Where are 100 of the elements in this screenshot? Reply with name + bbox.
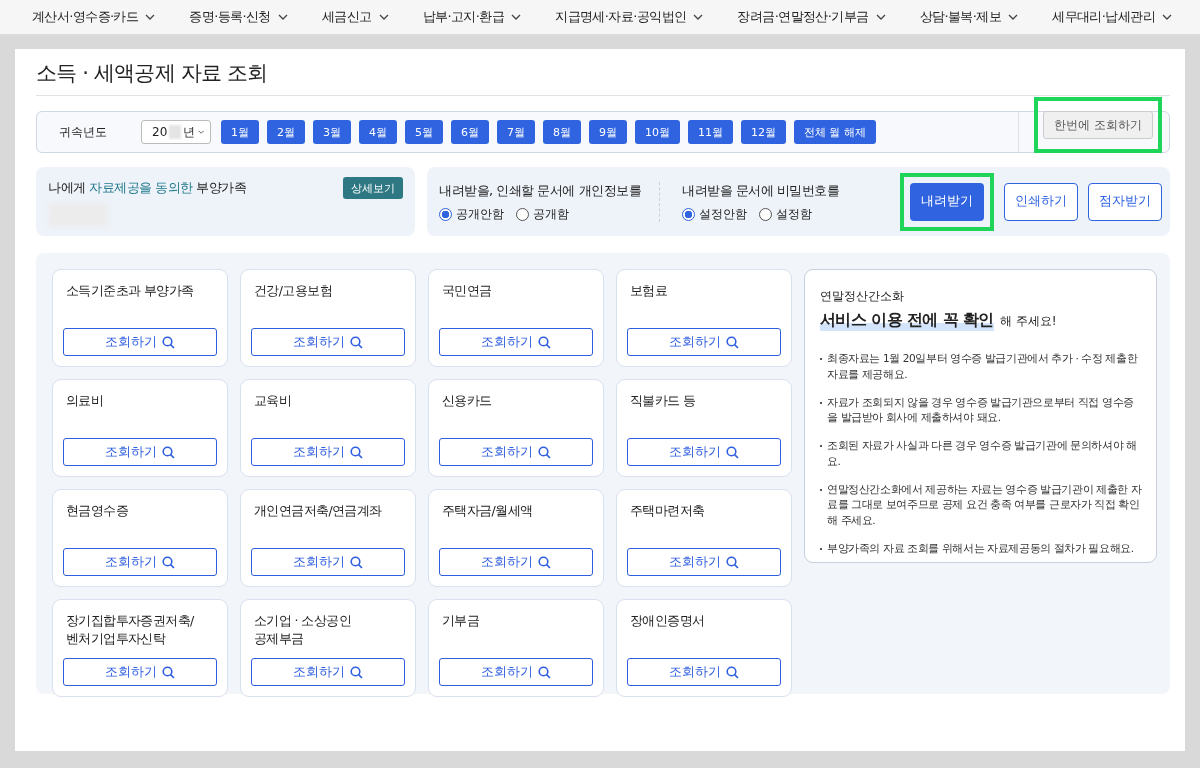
radio-button[interactable]: [759, 207, 773, 221]
category-title: 장애인증명서: [629, 612, 706, 630]
notice-item: 최종자료는 1월 20일부터 영수증 발급기관에서 추가 · 수정 제출한 자료를 제공해요.: [827, 351, 1139, 382]
filter-label: 귀속년도: [58, 123, 108, 141]
search-icon: [538, 665, 551, 679]
month-button[interactable]: 11월: [688, 120, 733, 144]
query-button[interactable]: 조회하기: [439, 548, 593, 576]
nav-menu-item[interactable]: 지급명세·자료·공익법인: [553, 8, 706, 26]
query-button[interactable]: 조회하기: [251, 438, 405, 466]
nav-menu-item[interactable]: 납부·고지·환급: [420, 8, 524, 26]
month-button[interactable]: 2월: [267, 120, 305, 144]
nav-menu-item[interactable]: 장려금·연말정산·기부금: [735, 8, 888, 26]
month-button[interactable]: 4월: [359, 120, 397, 144]
query-button[interactable]: 조회하기: [63, 438, 217, 466]
search-icon: [538, 445, 551, 459]
notice-headline: 서비스 이용 전에 꼭 확인: [820, 310, 994, 331]
chevron-down-icon: [145, 14, 156, 20]
query-button[interactable]: 조회하기: [251, 548, 405, 576]
category-title: 소득기준초과 부양가족: [65, 282, 195, 300]
action-button[interactable]: 내려받기: [910, 182, 984, 221]
query-button[interactable]: 조회하기: [627, 548, 781, 576]
search-icon: [162, 665, 175, 679]
search-icon: [162, 555, 175, 569]
nav-menu-item[interactable]: 세금신고: [319, 8, 391, 26]
nav-menu-item[interactable]: 세무대리·납세관리: [1050, 8, 1174, 26]
query-button[interactable]: 조회하기: [63, 658, 217, 686]
radio-option[interactable]: 설정함: [759, 206, 813, 222]
query-button[interactable]: 조회하기: [627, 438, 781, 466]
notice-item: 연말정산간소화에서 제공하는 자료는 영수증 발급기관이 제출한 자료를 그대로 보여주므로 공제 요건 충족 여부를 근로자가 직접 확인해 주세요.: [827, 481, 1142, 528]
month-button[interactable]: 1월: [221, 120, 259, 144]
category-title: 교육비: [253, 392, 293, 410]
radio-option[interactable]: 설정안함: [682, 206, 748, 222]
radio-option[interactable]: 공개함: [516, 206, 569, 222]
search-icon: [726, 665, 739, 679]
chevron-down-icon: [875, 14, 886, 20]
category-title: 개인연금저축/연금계좌: [253, 502, 383, 520]
year-select[interactable]: 20 년: [141, 120, 211, 144]
notice-item: 자료가 조회되지 않을 경우 영수증 발급기관으로부터 직접 영수증을 발급받아 회사에 제출하셔야 돼요.: [827, 394, 1135, 426]
detail-button[interactable]: 상세보기: [343, 177, 403, 199]
category-title: 현금영수증: [65, 502, 129, 520]
search-icon: [726, 555, 739, 569]
query-button[interactable]: 조회하기: [439, 658, 593, 686]
chevron-down-icon: [277, 14, 288, 20]
month-button[interactable]: 10월: [635, 120, 680, 144]
month-button[interactable]: 7월: [497, 120, 535, 144]
search-icon: [350, 665, 363, 679]
nav-menu-item[interactable]: 상담·불복·제보: [917, 8, 1021, 26]
nav-menu-item[interactable]: 계산서·영수증·카드: [30, 8, 158, 26]
nav-menu-item[interactable]: 증명·등록·신청: [187, 8, 290, 26]
chevron-down-icon: [1008, 14, 1019, 20]
search-icon: [350, 445, 363, 459]
dependents-title: 나에게 자료제공을 동의한 부양가족: [48, 179, 247, 197]
category-title: 직불카드 등: [629, 392, 697, 410]
category-title: 주택마련저축: [629, 502, 706, 520]
action-button[interactable]: 인쇄하기: [1004, 182, 1078, 221]
action-button[interactable]: 점자받기: [1088, 182, 1162, 221]
search-icon: [350, 555, 363, 569]
search-icon: [350, 335, 363, 349]
option-title: 내려받을 문서에 비밀번호를: [682, 181, 840, 200]
search-icon: [726, 445, 739, 459]
query-button[interactable]: 조회하기: [439, 438, 593, 466]
category-title: 장기집합투자증권저축/ 벤처기업투자신탁: [65, 612, 195, 647]
blurred-text: [169, 125, 181, 139]
clear-months-button[interactable]: 전체 월 해제: [794, 120, 876, 144]
category-title: 주택자금/월세액: [441, 502, 534, 520]
notice-headline-suffix: 해 주세요!: [999, 313, 1057, 330]
radio-button[interactable]: [516, 207, 529, 221]
query-button[interactable]: 조회하기: [251, 658, 405, 686]
page-title: 소득 · 세액공제 자료 조회: [36, 60, 269, 87]
category-title: 기부금: [441, 612, 481, 630]
category-title: 신용카드: [441, 392, 493, 410]
query-button[interactable]: 조회하기: [63, 548, 217, 576]
query-button[interactable]: 조회하기: [627, 658, 781, 686]
query-button[interactable]: 조회하기: [251, 328, 405, 356]
category-title: 국민연금: [441, 282, 493, 300]
notice-item: 조회된 자료가 사실과 다른 경우 영수증 발급기관에 문의하셔야 해요.: [827, 438, 1138, 469]
search-icon: [726, 335, 739, 349]
month-button[interactable]: 3월: [313, 120, 351, 144]
query-button[interactable]: 조회하기: [439, 328, 593, 356]
search-icon: [162, 445, 175, 459]
chevron-down-icon: [511, 14, 522, 20]
category-title: 보험료: [629, 282, 669, 300]
month-button[interactable]: 5월: [405, 120, 443, 144]
query-button[interactable]: 조회하기: [63, 328, 217, 356]
query-all-button[interactable]: 한번에 조회하기: [1043, 111, 1153, 139]
month-button[interactable]: 9월: [589, 120, 627, 144]
notice-item: 부양가족의 자료 조회를 위해서는 자료제공동의 절차가 필요해요.: [827, 540, 1134, 556]
notice-subtitle: 연말정산간소화: [820, 288, 905, 305]
month-button[interactable]: 6월: [451, 120, 489, 144]
radio-button[interactable]: [682, 207, 696, 221]
chevron-down-icon: [197, 129, 204, 135]
category-title: 소기업 · 소상공인 공제부금: [253, 612, 352, 647]
month-button[interactable]: 8월: [543, 120, 581, 144]
radio-button[interactable]: [439, 207, 452, 221]
radio-option[interactable]: 공개안함: [439, 206, 504, 222]
option-title: 내려받을, 인쇄할 문서에 개인정보를: [439, 181, 642, 200]
month-button[interactable]: 12월: [741, 120, 786, 144]
query-button[interactable]: 조회하기: [627, 328, 781, 356]
chevron-down-icon: [1161, 14, 1172, 20]
search-icon: [538, 555, 551, 569]
